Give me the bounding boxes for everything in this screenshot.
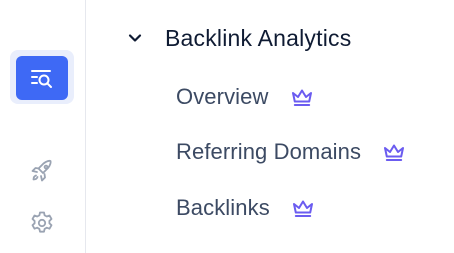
menu-item-overview[interactable]: Overview — [176, 81, 315, 113]
group-backlink-analytics[interactable]: Backlink Analytics — [120, 22, 351, 54]
search-list-icon — [31, 70, 52, 88]
rail-item-search-list[interactable] — [16, 56, 68, 100]
gear-icon — [31, 211, 53, 233]
menu-item-label: Referring Domains — [176, 139, 362, 164]
crown-icon — [289, 86, 315, 108]
menu-item-referring-domains[interactable]: Referring Domains — [176, 136, 407, 168]
menu-item-label: Overview — [176, 84, 269, 109]
crown-icon — [290, 197, 316, 219]
submenu-panel: Backlink Analytics Overview Referring Do… — [120, 0, 454, 253]
rail-item-settings[interactable] — [28, 209, 56, 237]
chevron-down-icon[interactable] — [123, 26, 147, 50]
menu-item-backlinks[interactable]: Backlinks — [176, 192, 316, 224]
rail-item-rocket[interactable] — [28, 157, 56, 185]
group-title: Backlink Analytics — [165, 24, 352, 51]
crown-icon — [381, 141, 407, 163]
rocket-icon — [31, 159, 52, 182]
icon-rail — [0, 0, 86, 253]
menu-item-label: Backlinks — [176, 195, 270, 220]
